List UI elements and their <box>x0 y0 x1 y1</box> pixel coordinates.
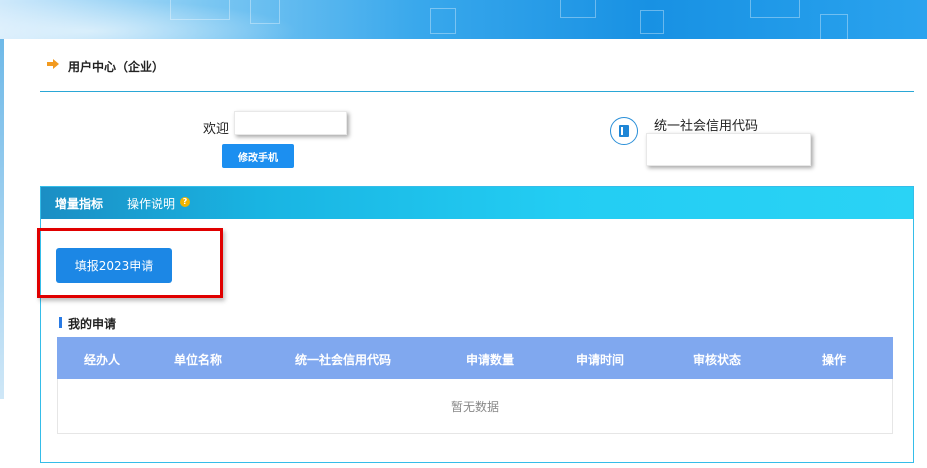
table-header: 经办人 单位名称 统一社会信用代码 申请数量 申请时间 审核状态 操作 <box>57 337 893 379</box>
banner-decoration <box>820 14 848 39</box>
tab-bar: 增量指标 操作说明 ? <box>41 187 913 219</box>
column-header-unit-name: 单位名称 <box>173 353 223 367</box>
column-header-credit-code: 统一社会信用代码 <box>294 353 392 367</box>
username-box <box>234 111 347 135</box>
section-bar <box>59 317 62 328</box>
arrow-right-icon <box>47 59 59 69</box>
side-strip <box>0 39 4 399</box>
column-header-quantity: 申请数量 <box>465 353 515 367</box>
main-panel: 增量指标 操作说明 ? 填报2023申请 我的申请 经办人 单位名称 统一社会信… <box>37 186 914 463</box>
change-phone-button[interactable]: 修改手机 <box>222 144 294 168</box>
tab-instructions[interactable]: 操作说明 <box>127 195 175 212</box>
credit-code-label: 统一社会信用代码 <box>654 119 759 134</box>
banner-decoration <box>250 0 280 24</box>
banner-decoration <box>430 8 456 34</box>
book-icon <box>610 117 638 145</box>
apply-2023-button[interactable]: 填报2023申请 <box>56 248 172 283</box>
banner-decoration <box>640 10 664 34</box>
welcome-text: 欢迎 <box>203 122 230 137</box>
credit-code-box <box>646 133 811 166</box>
column-header-time: 申请时间 <box>575 353 625 367</box>
banner-decoration <box>750 0 800 18</box>
help-icon[interactable]: ? <box>180 197 190 207</box>
page-header: 用户中心（企业） <box>40 56 914 92</box>
tab-incremental-indicators[interactable]: 增量指标 <box>55 195 103 212</box>
table-body: 暂无数据 <box>57 379 893 434</box>
banner-decoration <box>560 0 596 18</box>
my-applications-title: 我的申请 <box>68 317 117 331</box>
column-header-handler: 经办人 <box>83 353 121 367</box>
top-banner <box>0 0 927 39</box>
page-title: 用户中心（企业） <box>68 60 165 74</box>
empty-state-text: 暂无数据 <box>450 400 499 414</box>
column-header-status: 审核状态 <box>692 353 742 367</box>
column-header-actions: 操作 <box>821 353 847 367</box>
banner-decoration <box>170 0 230 20</box>
